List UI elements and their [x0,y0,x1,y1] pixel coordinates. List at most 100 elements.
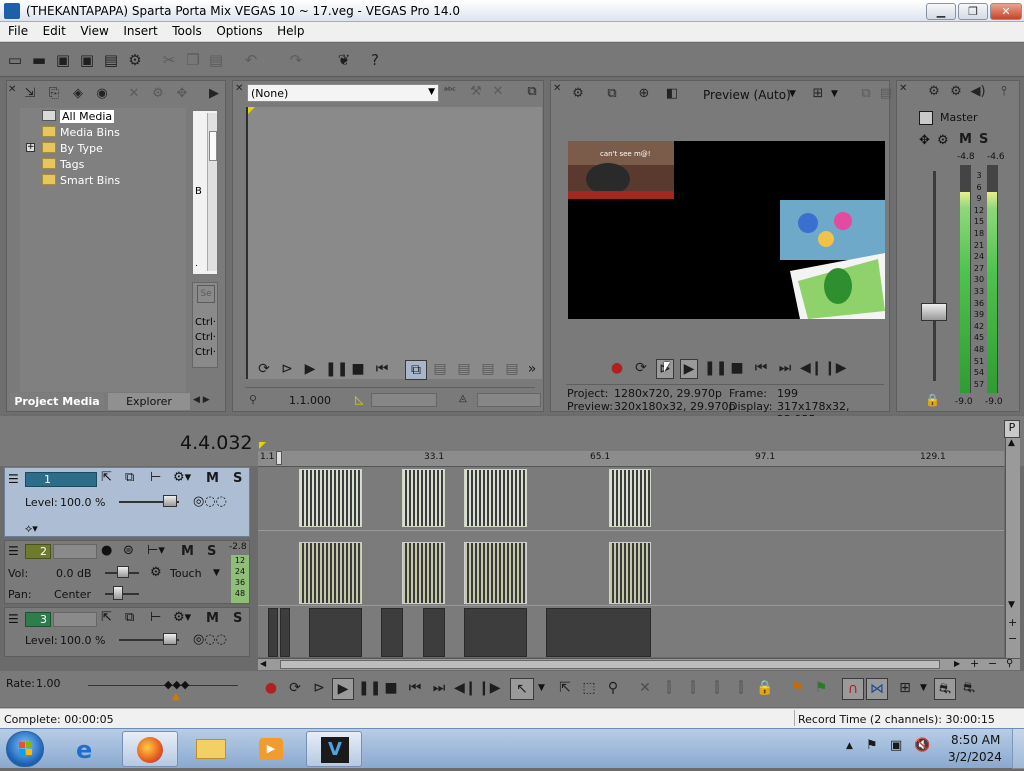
vegas-pro-taskbar[interactable]: V [306,731,362,767]
record-icon[interactable]: ● [608,359,626,377]
track-1-header[interactable]: ☰ 1 ⇱ ⧉ ⊢ ⚙▾ M S Level: 100.0 % ◎◌◌ ⟡▾ [4,467,250,537]
pause-icon[interactable]: ❚❚ [325,360,348,378]
track-3-mute-button[interactable]: M [206,611,219,626]
compositing-icon[interactable]: ⧉ [125,470,134,485]
envelope-tool-icon[interactable]: ⇱ [556,679,574,697]
track-1-solo-button[interactable]: S [233,471,242,486]
restore-button[interactable]: ❐ [958,3,988,20]
expand-toggle[interactable]: + [26,143,35,152]
video-clip[interactable] [546,608,651,657]
pan-move-icon[interactable]: ✥ [919,133,930,148]
zoom-out-icon[interactable]: − [1008,632,1017,645]
explore-feature-icon[interactable]: ❦ [335,51,353,69]
menu-tools[interactable]: Tools [172,22,202,38]
insert-icon[interactable]: ▤ [431,360,449,378]
internet-explorer-taskbar[interactable]: e [62,731,118,767]
properties-gear-icon[interactable]: ⚙ [126,51,144,69]
trim-start-icon[interactable]: ⫿ [684,679,702,697]
trimmer-settings-icon[interactable]: ⚒ [467,83,485,101]
chevron-down-icon[interactable]: ▼ [213,568,220,578]
snapping-icon[interactable]: ∩ [842,678,864,700]
audio-clip[interactable] [609,542,651,604]
master-fader[interactable] [921,303,947,321]
loop-icon[interactable]: ⟳ [632,359,650,377]
redo-icon[interactable]: ↷ [287,51,305,69]
track-2-mute-button[interactable]: M [181,544,194,559]
track-3-header[interactable]: ☰ 3 ⇱ ⧉ ⊢ ⚙▾ M S Level: 100.0 % ◎◌◌ [4,607,250,657]
video-clip[interactable] [402,469,445,527]
volume-muted-icon[interactable]: 🔇 [914,738,930,753]
audio-clip[interactable] [402,542,445,604]
save-as-icon[interactable]: ▣ [78,51,96,69]
level-slider-thumb[interactable] [163,495,177,507]
zoom-field[interactable] [477,393,541,407]
play-icon[interactable]: ▶ [332,678,354,700]
mixer-settings-icon[interactable]: ⚙ [925,83,943,101]
track-motion-icon[interactable]: ⇱ [101,610,112,625]
play-from-start-icon[interactable]: ⊳ [278,360,296,378]
zoom-in-icon[interactable]: + [970,657,979,670]
selection-tool-icon[interactable]: ⬚ [580,679,598,697]
automation-mode[interactable]: Touch [170,567,202,580]
go-to-start-icon[interactable]: ⏮ [406,679,424,697]
region-icon[interactable]: ⚑ [812,679,830,697]
video-clip[interactable] [464,469,527,527]
master-solo-button[interactable]: S [979,132,988,147]
tree-all-media[interactable]: All Media [42,110,115,126]
audio-clip[interactable] [464,542,527,604]
remove-icon[interactable]: ✕ [125,85,143,103]
master-mute-button[interactable]: M [959,132,972,147]
track-motion-icon[interactable]: ⇱ [101,470,112,485]
go-to-start-icon[interactable]: ⏮ [373,360,391,378]
scroll-thumb[interactable] [280,660,940,669]
panel-more-icon[interactable]: ▶ [205,85,223,103]
help-icon[interactable]: ? [366,51,384,69]
move-icon[interactable]: ✥ [173,85,191,103]
auto-crossfade-icon[interactable]: ⋈ [866,678,888,700]
loop-icon[interactable]: ⟳ [286,679,304,697]
file-explorer-taskbar[interactable] [184,731,240,767]
zoom-in-icon[interactable]: + [1008,616,1017,629]
composite-mode-icon[interactable]: ◎◌◌ [193,494,227,509]
stop-icon[interactable]: ■ [349,360,367,378]
track-minimize-icon[interactable]: ☰ [8,472,19,486]
mixer-insert-icon[interactable]: ⚙ [947,83,965,101]
track-2-header[interactable]: ☰ 2 ● ⊜ ⊢▾ M S -2.8 12 24 36 48 Vol: 0.0 dB… [4,540,250,604]
preview-quality-dropdown[interactable]: Preview (Auto) [703,88,791,102]
track-fx-gear-icon[interactable]: ⚙▾ [173,610,191,625]
arm-record-icon[interactable]: ● [101,543,112,558]
trim-end-icon[interactable]: ⫿ [708,679,726,697]
split-icon[interactable]: ⫿ [732,679,750,697]
video-clip[interactable] [268,608,278,657]
track-collapse-icon[interactable]: ⟡▾ [25,522,38,536]
video-clip[interactable] [381,608,403,657]
close-panel-icon[interactable]: ✕ [8,84,16,98]
copy-icon[interactable]: ❐ [184,51,202,69]
menu-insert[interactable]: Insert [123,22,157,38]
track-2-solo-button[interactable]: S [207,544,216,559]
video-clip[interactable] [609,469,651,527]
loop-icon[interactable]: ⟳ [255,360,273,378]
master-bus-icon[interactable] [919,111,933,125]
scroll-right-icon[interactable]: ▶ [954,659,960,668]
zoom-tool-icon[interactable]: ⚲ [1006,658,1013,669]
video-clip[interactable] [464,608,527,657]
vertical-scrollbar[interactable] [207,113,217,271]
fx-gear-icon[interactable]: ⚙ [937,133,949,148]
level-slider-thumb[interactable] [163,633,177,645]
new-project-icon[interactable]: ▭ [6,51,24,69]
chevron-down-icon[interactable]: ▼ [831,89,838,99]
undo-icon[interactable]: ↶ [242,51,260,69]
chevron-down-icon[interactable]: ▼ [789,89,796,99]
rate-slider[interactable] [88,685,238,686]
track-name-field[interactable] [53,544,97,559]
trimmer-more-icon[interactable]: ⧉ [523,83,541,101]
audio-clip[interactable] [299,542,362,604]
zoom-out-icon[interactable]: − [988,657,997,670]
menu-help[interactable]: Help [277,22,304,38]
replace-icon[interactable]: ▤ [503,360,521,378]
minimize-button[interactable]: ▁ [926,3,956,20]
stop-icon[interactable]: ■ [382,679,400,697]
close-panel-icon[interactable]: ✕ [553,83,561,97]
preview-settings-gear-icon[interactable]: ⚙ [569,85,587,103]
